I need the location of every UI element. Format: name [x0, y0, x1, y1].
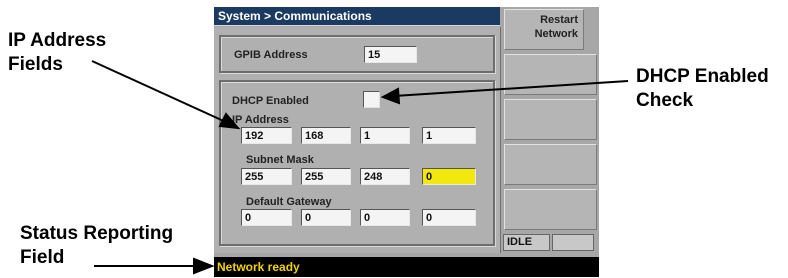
ip-fields-arrow: [91, 60, 229, 124]
callout-arrows: [91, 60, 629, 275]
dhcp-check-arrowhead: [380, 87, 401, 105]
status-field-arrowhead: [193, 257, 215, 275]
ip-fields-arrowhead: [218, 112, 241, 130]
dhcp-check-arrow: [393, 80, 629, 97]
